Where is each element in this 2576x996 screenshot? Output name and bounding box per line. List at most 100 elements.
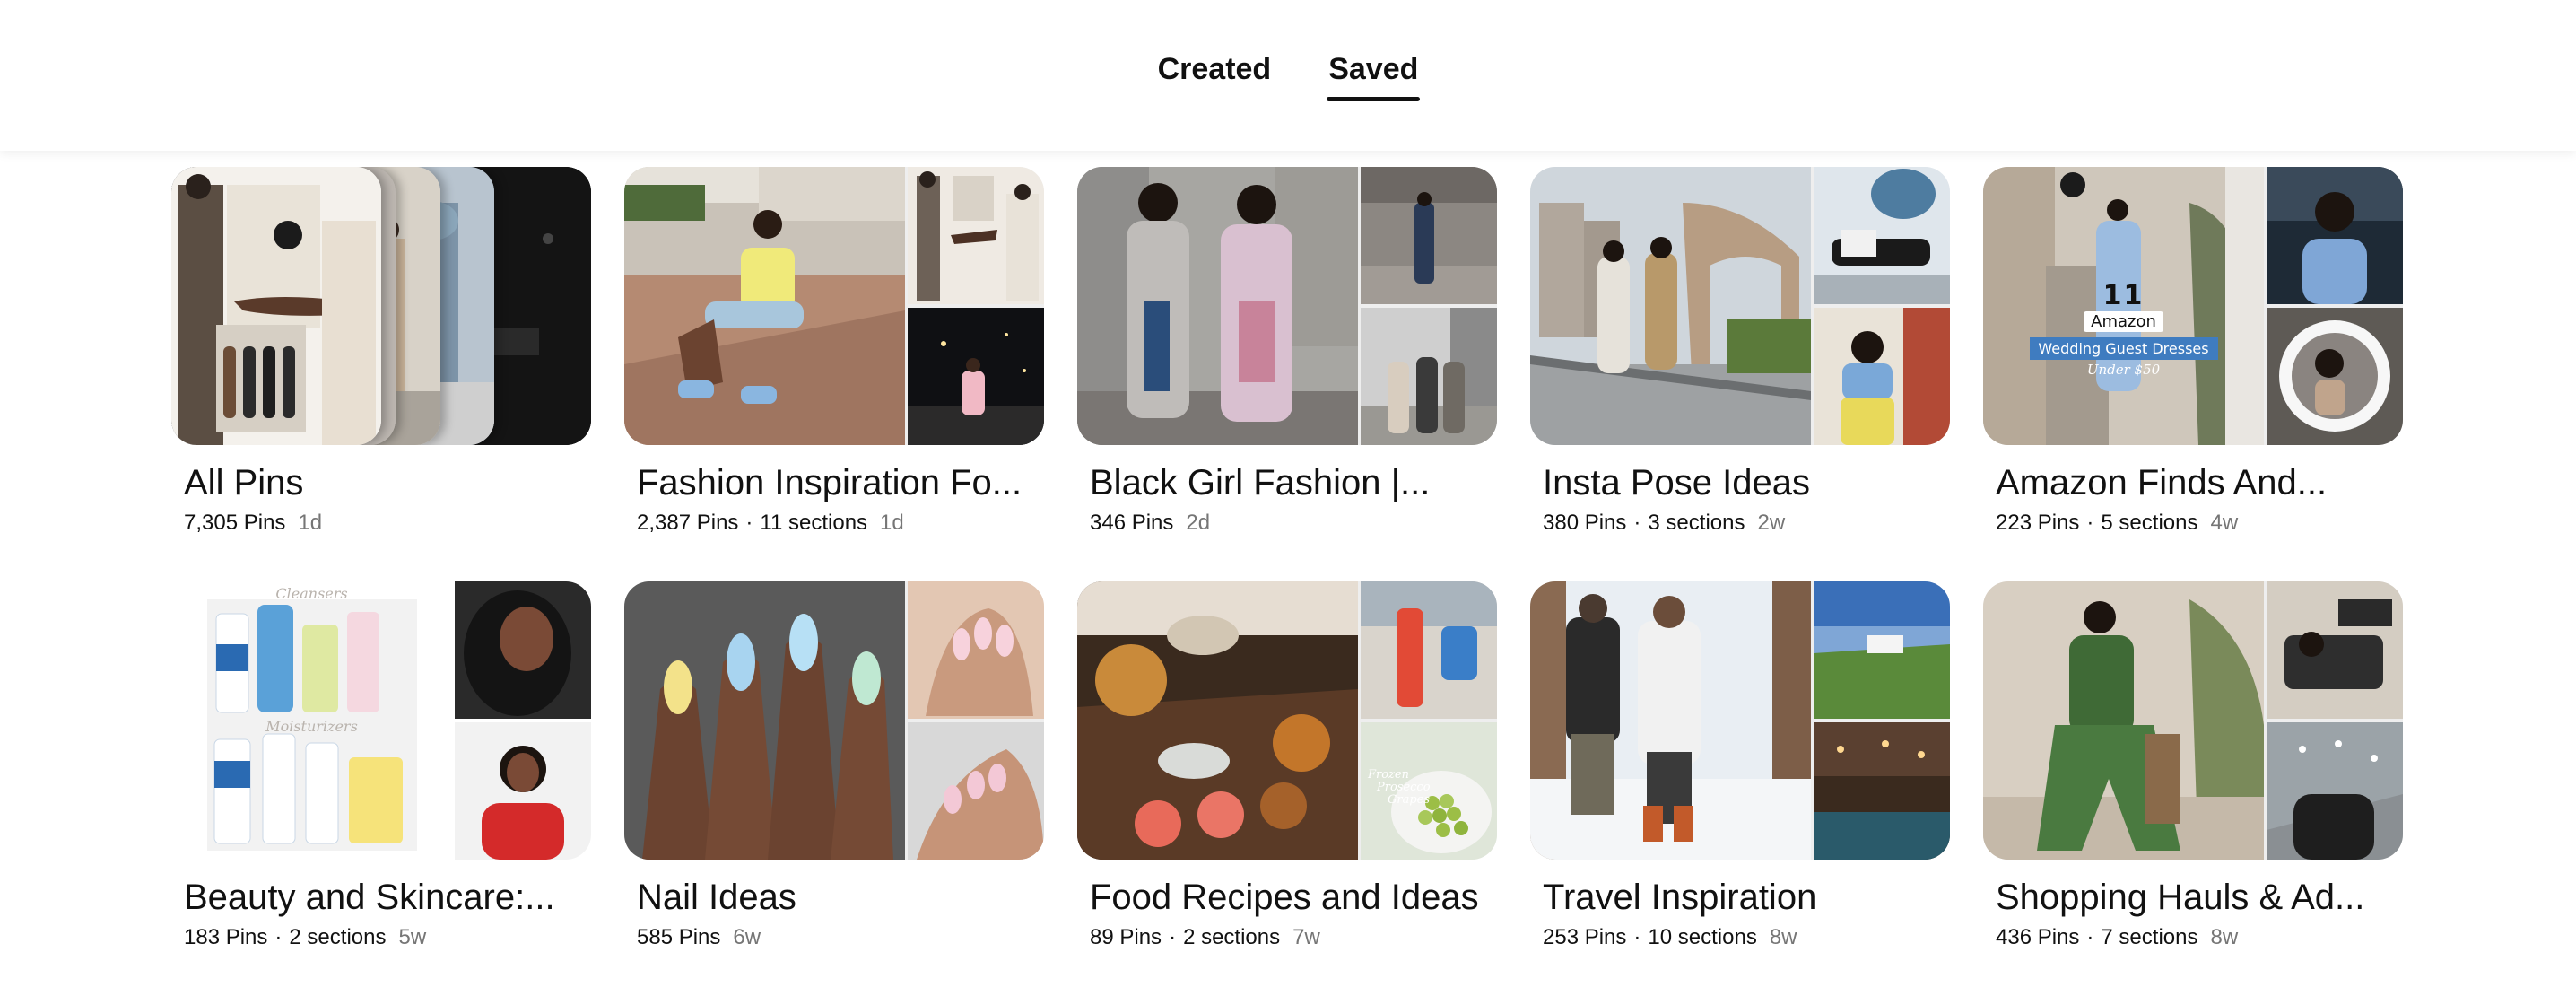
board-cover <box>1530 581 1950 860</box>
cover-image <box>908 722 1044 860</box>
boards-grid: All Pins 7,305 Pins 1d Fashion Inspiratio… <box>171 167 2405 996</box>
cover-image <box>1814 581 1950 719</box>
cover-image <box>1361 167 1497 304</box>
board-meta: 380 Pins · 3 sections 2w <box>1530 511 1950 536</box>
cover-image <box>2267 581 2403 719</box>
cover-image <box>171 167 381 445</box>
cover-image: Cleansers Moisturizers <box>171 581 452 860</box>
cover-image <box>2267 167 2403 304</box>
board-card[interactable]: Insta Pose Ideas 380 Pins · 3 sections 2w <box>1530 167 1950 581</box>
food-caption: Frozen Prosecco Grapes <box>1368 769 1431 807</box>
board-title: Fashion Inspiration Fo... <box>637 463 1023 502</box>
board-pin-count: 2,387 Pins <box>637 511 739 535</box>
tab-created[interactable]: Created <box>1158 0 1272 108</box>
separator-dot: · <box>2086 511 2094 535</box>
board-updated-age: 5w <box>398 925 427 949</box>
board-card[interactable]: Frozen Prosecco Grapes Food Recipes and … <box>1077 581 1497 996</box>
board-meta: 7,305 Pins 1d <box>171 511 591 536</box>
cover-image <box>455 722 591 860</box>
board-card[interactable]: Travel Inspiration 253 Pins · 10 sections 8… <box>1530 581 1950 996</box>
cover-image <box>1361 308 1497 445</box>
board-cover <box>1983 581 2403 860</box>
board-meta: 183 Pins · 2 sections 5w <box>171 925 591 950</box>
board-pin-count: 436 Pins <box>1996 925 2080 949</box>
board-pin-count: 183 Pins <box>184 925 268 949</box>
board-section-count: 11 sections <box>760 511 868 535</box>
board-updated-age: 6w <box>733 925 761 949</box>
cover-image <box>1530 581 1811 860</box>
food-caption-line3: Grapes <box>1388 793 1431 807</box>
board-card[interactable]: Shopping Hauls & Ad... 436 Pins · 7 sectio… <box>1983 581 2403 996</box>
board-meta: 89 Pins · 2 sections 7w <box>1077 925 1497 950</box>
board-pin-count: 223 Pins <box>1996 511 2080 535</box>
board-updated-age: 2w <box>1757 511 1786 535</box>
board-cover <box>1530 167 1950 445</box>
cover-image: Frozen Prosecco Grapes <box>1361 722 1497 860</box>
beauty-heading-cleansers: Cleansers <box>275 585 348 602</box>
food-caption-line2: Prosecco <box>1377 781 1431 794</box>
tabs: Created Saved <box>0 0 2576 151</box>
board-title: Shopping Hauls & Ad... <box>1996 878 2365 917</box>
cover-image <box>1983 581 2264 860</box>
food-caption-line1: Frozen <box>1368 768 1409 782</box>
board-cover: Frozen Prosecco Grapes <box>1077 581 1497 860</box>
separator-dot: · <box>1633 511 1641 535</box>
cover-image <box>908 167 1044 304</box>
board-pin-count: 346 Pins <box>1090 511 1174 535</box>
separator-dot: · <box>1633 925 1641 949</box>
board-title: Travel Inspiration <box>1543 878 1817 917</box>
amazon-count: 11 <box>2102 280 2145 311</box>
board-card[interactable]: All Pins 7,305 Pins 1d <box>171 167 591 581</box>
board-meta: 2,387 Pins · 11 sections 1d <box>624 511 1044 536</box>
amazon-sub: Under $50 <box>2086 362 2161 378</box>
board-updated-age: 1d <box>880 511 904 535</box>
board-updated-age: 8w <box>2210 925 2239 949</box>
cover-image <box>1077 581 1358 860</box>
board-updated-age: 2d <box>1186 511 1211 535</box>
board-cover: 11 Amazon Wedding Guest Dresses Under $5… <box>1983 167 2403 445</box>
board-card[interactable]: Nail Ideas 585 Pins 6w <box>624 581 1044 996</box>
board-section-count: 2 sections <box>1183 925 1281 949</box>
board-card[interactable]: Fashion Inspiration Fo... 2,387 Pins · 11 … <box>624 167 1044 581</box>
cover-image <box>1814 167 1950 304</box>
board-title: All Pins <box>184 463 304 502</box>
board-section-count: 2 sections <box>289 925 387 949</box>
board-title: Nail Ideas <box>637 878 796 917</box>
cover-image <box>1530 167 1811 445</box>
cover-image <box>1361 581 1497 719</box>
cover-image <box>624 581 905 860</box>
cover-image <box>1077 167 1358 445</box>
board-title: Amazon Finds And... <box>1996 463 2328 502</box>
cover-image <box>1814 722 1950 860</box>
board-card[interactable]: Cleansers Moisturizers Beauty and Skinca… <box>171 581 591 996</box>
board-title: Beauty and Skincare:... <box>184 878 555 917</box>
board-cover <box>1077 167 1497 445</box>
amazon-badge: 11 Amazon Wedding Guest Dresses Under $5… <box>1983 280 2264 378</box>
board-pin-count: 7,305 Pins <box>184 511 286 535</box>
cover-image <box>455 581 591 719</box>
board-card[interactable]: Black Girl Fashion |... 346 Pins 2d <box>1077 167 1497 581</box>
board-cover: Cleansers Moisturizers <box>171 581 591 860</box>
board-pin-count: 380 Pins <box>1543 511 1627 535</box>
beauty-heading-moisturizers: Moisturizers <box>265 718 358 735</box>
board-updated-age: 4w <box>2210 511 2239 535</box>
board-cover <box>624 581 1044 860</box>
board-card[interactable]: 11 Amazon Wedding Guest Dresses Under $5… <box>1983 167 2403 581</box>
cover-image <box>1814 308 1950 445</box>
cover-image <box>2267 722 2403 860</box>
board-cover <box>624 167 1044 445</box>
board-title: Insta Pose Ideas <box>1543 463 1810 502</box>
separator-dot: · <box>2086 925 2094 949</box>
separator-dot: · <box>745 511 753 535</box>
cover-image <box>908 581 1044 719</box>
board-pin-count: 253 Pins <box>1543 925 1627 949</box>
board-title: Black Girl Fashion |... <box>1090 463 1431 502</box>
board-updated-age: 7w <box>1292 925 1320 949</box>
board-pin-count: 89 Pins <box>1090 925 1162 949</box>
tab-saved[interactable]: Saved <box>1327 0 1421 108</box>
cover-image: 11 Amazon Wedding Guest Dresses Under $5… <box>1983 167 2264 445</box>
profile-tab-bar: Created Saved <box>0 0 2576 151</box>
separator-dot: · <box>274 925 283 949</box>
board-title: Food Recipes and Ideas <box>1090 878 1479 917</box>
amazon-brand: Amazon <box>2084 311 2163 332</box>
